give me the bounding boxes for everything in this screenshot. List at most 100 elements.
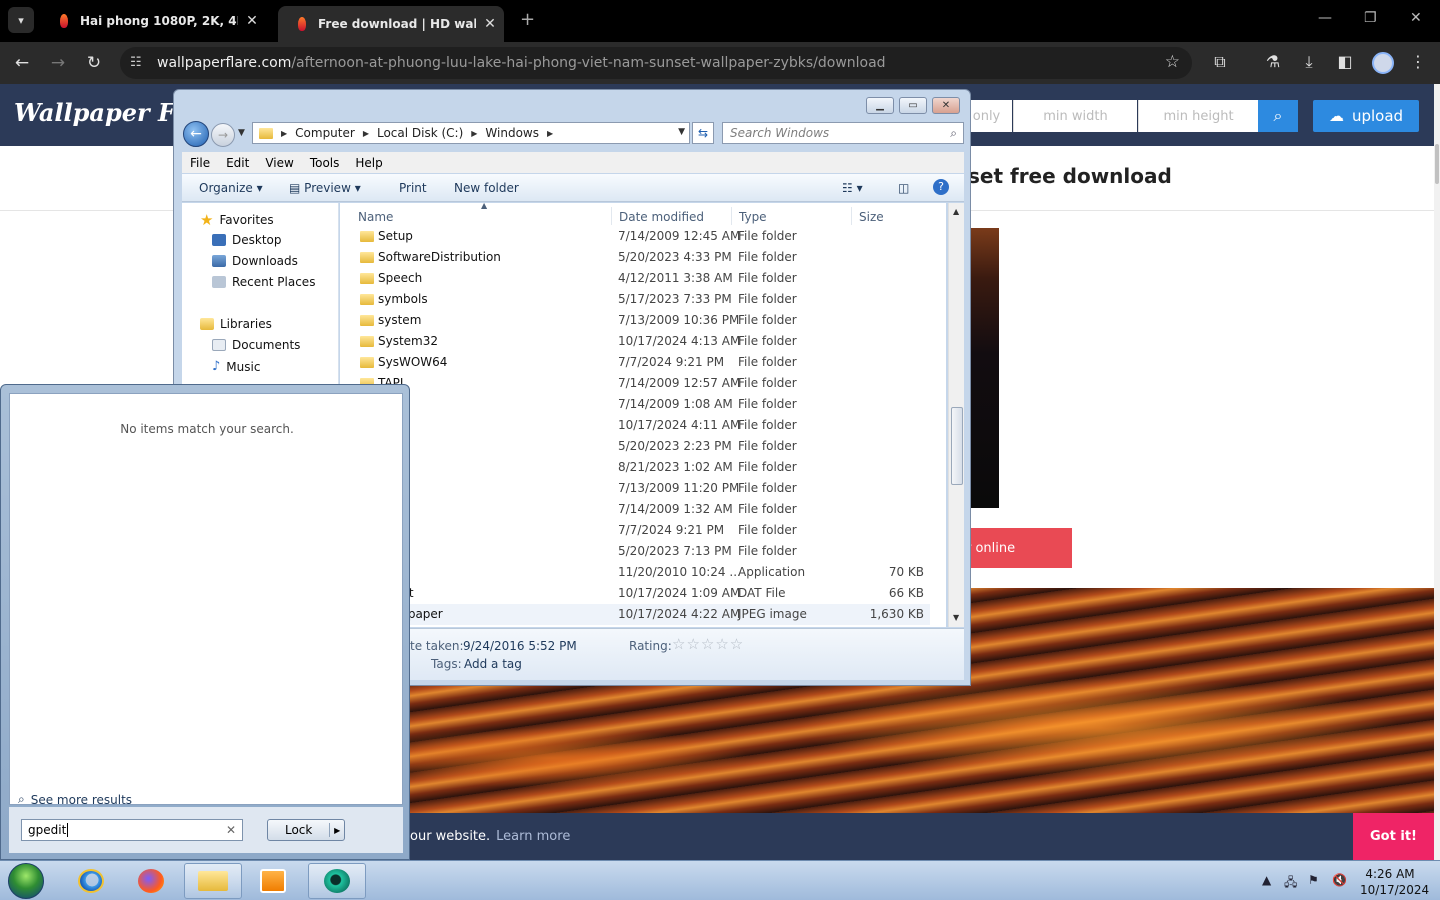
close-window-icon[interactable]: ✕ xyxy=(1410,10,1422,26)
file-row[interactable]: 11/20/2010 10:24 ... Application 70 KB xyxy=(340,562,930,583)
download-icon[interactable]: ⤓ xyxy=(1298,52,1320,72)
taskbar-windows-explorer[interactable] xyxy=(184,863,242,899)
menu-help[interactable]: Help xyxy=(355,156,382,170)
file-row[interactable]: 10/17/2024 4:11 AM File folder xyxy=(340,415,930,436)
nav-recent-places[interactable]: Recent Places xyxy=(212,275,315,289)
forward-arrow-icon[interactable]: → xyxy=(211,123,235,147)
column-date-modified[interactable]: Date modified xyxy=(619,210,704,224)
close-tab-icon[interactable]: ✕ xyxy=(238,13,266,29)
min-height-input[interactable]: min height xyxy=(1138,100,1258,132)
back-arrow-icon[interactable]: ← xyxy=(183,121,209,147)
bookmark-star-icon[interactable]: ☆ xyxy=(1165,52,1180,72)
file-row[interactable]: SoftwareDistribution 5/20/2023 4:33 PM Fil… xyxy=(340,247,930,268)
column-name[interactable]: Name xyxy=(358,210,393,224)
min-width-input[interactable]: min width xyxy=(1013,100,1137,132)
nav-music[interactable]: ♪ Music xyxy=(212,359,260,374)
nav-libraries[interactable]: Libraries xyxy=(200,317,272,331)
new-tab-button[interactable]: + xyxy=(520,9,535,30)
file-row[interactable]: 5/20/2023 7:13 PM File folder xyxy=(340,541,930,562)
close-tab-icon[interactable]: ✕ xyxy=(476,16,504,32)
help-icon[interactable]: ? xyxy=(933,179,949,195)
print-button[interactable]: Print xyxy=(399,181,427,195)
refresh-icon[interactable]: ⇆ xyxy=(692,122,714,144)
file-row[interactable]: system 7/13/2009 10:36 PM File folder xyxy=(340,310,930,331)
scrollbar-thumb[interactable] xyxy=(951,407,963,485)
column-divider[interactable] xyxy=(611,207,612,225)
breadcrumb-local-disk[interactable]: Local Disk (C:) xyxy=(377,126,463,140)
tab-free-download[interactable]: Free download | HD wallpaper ✕ xyxy=(278,6,504,42)
view-options-icon[interactable]: ☷ ▾ xyxy=(842,181,863,195)
chevron-right-icon[interactable]: ▶ xyxy=(471,129,477,138)
network-icon[interactable]: 🖧 xyxy=(1284,873,1297,894)
file-row[interactable]: g5/20/2023 2:23 PMFile folder xyxy=(340,436,930,457)
taskbar-app-teal[interactable] xyxy=(308,863,366,899)
menu-edit[interactable]: Edit xyxy=(226,156,249,170)
address-dropdown-icon[interactable]: ▼ xyxy=(678,127,685,137)
new-folder-button[interactable]: New folder xyxy=(454,181,519,195)
tab-hai-phong[interactable]: Hai phong 1080P, 2K, 4K, 5K HD ✕ xyxy=(40,6,266,36)
file-row[interactable]: Setup 7/14/2009 12:45 AM File folder xyxy=(340,226,930,247)
lock-button[interactable]: Lock ▶ xyxy=(267,819,345,841)
file-row[interactable]: tWallpaper 10/17/2024 4:22 AM JPEG image 1,… xyxy=(340,604,930,625)
power-options-arrow-icon[interactable]: ▶ xyxy=(330,826,344,835)
restore-icon[interactable]: ❐ xyxy=(1364,10,1377,26)
scroll-down-icon[interactable]: ▼ xyxy=(953,613,959,622)
file-row[interactable]: System32 10/17/2024 4:13 AM File folder xyxy=(340,331,930,352)
profile-avatar-icon[interactable] xyxy=(1372,52,1394,74)
file-row[interactable]: SysWOW64 7/7/2024 9:21 PM File folder xyxy=(340,352,930,373)
see-more-results-link[interactable]: ⌕ See more results xyxy=(18,792,132,807)
rating-stars-icon[interactable]: ☆☆☆☆☆ xyxy=(672,635,744,653)
tab-search-button[interactable]: ▾ xyxy=(8,7,34,33)
chevron-right-icon[interactable]: ▶ xyxy=(281,129,287,138)
page-scrollbar[interactable] xyxy=(1434,84,1440,860)
side-panel-icon[interactable]: ◧ xyxy=(1334,52,1356,71)
labs-flask-icon[interactable]: ⚗ xyxy=(1262,52,1284,71)
taskbar-firefox[interactable] xyxy=(122,863,180,899)
start-search-input[interactable]: gpedit ✕ xyxy=(21,819,243,841)
file-row[interactable]: symbols 5/17/2023 7:33 PM File folder xyxy=(340,289,930,310)
more-menu-icon[interactable]: ⋮ xyxy=(1407,52,1429,71)
file-row[interactable]: TAPI 7/14/2009 12:57 AM File folder xyxy=(340,373,930,394)
nav-desktop[interactable]: Desktop xyxy=(212,233,282,247)
action-center-flag-icon[interactable]: ⚑ xyxy=(1308,873,1319,887)
explorer-address-bar[interactable]: ▶ Computer ▶ Local Disk (C:) ▶ Windows ▶… xyxy=(252,122,690,144)
minimize-icon[interactable]: — xyxy=(1318,10,1332,26)
menu-file[interactable]: File xyxy=(190,156,210,170)
search-icon[interactable]: ⌕ xyxy=(950,126,957,141)
site-settings-icon[interactable]: ☷ xyxy=(130,55,142,70)
column-type[interactable]: Type xyxy=(739,210,767,224)
extensions-icon[interactable]: ⧉ xyxy=(1209,52,1231,72)
file-row[interactable]: Speech 4/12/2011 3:38 AM File folder xyxy=(340,268,930,289)
nav-favorites[interactable]: ★ Favorites xyxy=(200,211,274,229)
column-divider[interactable] xyxy=(851,207,852,225)
lock-label[interactable]: Lock xyxy=(268,823,331,837)
edit-online-button[interactable]: r online xyxy=(960,528,1072,568)
breadcrumb-windows[interactable]: Windows xyxy=(485,126,539,140)
column-divider[interactable] xyxy=(731,207,732,225)
file-row[interactable]: 7/7/2024 9:21 PM File folder xyxy=(340,520,930,541)
scroll-up-icon[interactable]: ▲ xyxy=(953,207,959,216)
close-icon[interactable]: ✕ xyxy=(932,97,960,114)
back-arrow-icon[interactable]: ← xyxy=(11,53,33,73)
show-hidden-icons-icon[interactable]: ▲ xyxy=(1262,873,1271,887)
menu-tools[interactable]: Tools xyxy=(310,156,340,170)
file-list-scrollbar[interactable]: ▲ ▼ xyxy=(948,203,964,627)
breadcrumb-computer[interactable]: Computer xyxy=(295,126,355,140)
recent-pages-dropdown-icon[interactable]: ▼ xyxy=(238,128,245,138)
taskbar-internet-explorer[interactable] xyxy=(62,863,120,899)
clear-search-icon[interactable]: ✕ xyxy=(226,823,236,837)
reload-icon[interactable]: ↻ xyxy=(83,53,105,73)
nav-documents[interactable]: Documents xyxy=(212,338,300,352)
chevron-right-icon[interactable]: ▶ xyxy=(547,129,553,138)
start-orb-icon[interactable] xyxy=(8,863,44,899)
forward-arrow-icon[interactable]: → xyxy=(47,53,69,73)
file-row[interactable]: 328/21/2023 1:02 AMFile folder xyxy=(340,457,930,478)
tags-value[interactable]: Add a tag xyxy=(464,657,522,671)
explorer-search-input[interactable]: Search Windows ⌕ xyxy=(722,122,964,144)
maximize-icon[interactable]: ▭ xyxy=(899,97,927,114)
learn-more-link[interactable]: Learn more xyxy=(496,829,570,844)
column-size[interactable]: Size xyxy=(859,210,884,224)
preview-pane-icon[interactable]: ◫ xyxy=(898,181,909,195)
file-row[interactable]: 7/14/2009 1:32 AM File folder xyxy=(340,499,930,520)
file-row[interactable]: 7/14/2009 1:08 AM File folder xyxy=(340,394,930,415)
